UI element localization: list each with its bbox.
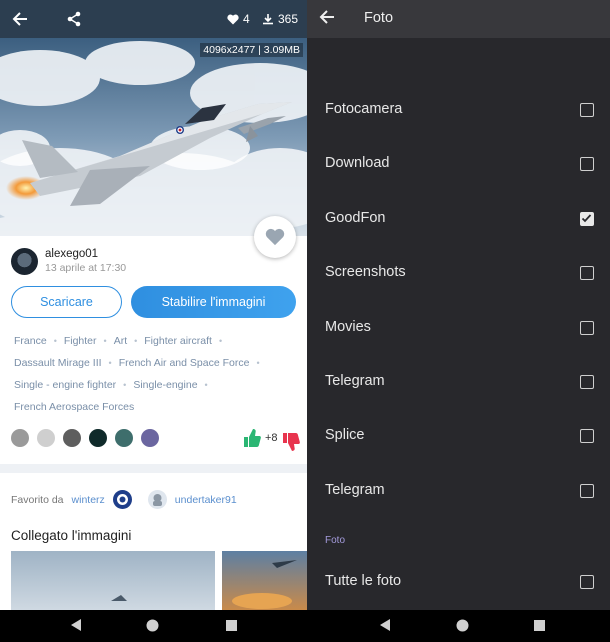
back-button[interactable] <box>319 9 335 30</box>
album-label: Splice <box>325 427 365 443</box>
color-swatch[interactable] <box>11 429 29 447</box>
nav-back-icon[interactable] <box>379 618 391 632</box>
back-arrow-icon <box>12 12 27 26</box>
album-label: Telegram <box>325 373 385 389</box>
color-swatch[interactable] <box>115 429 133 447</box>
tag-item[interactable]: Fighter <box>64 330 97 352</box>
favorited-by: Favorito da winterz undertaker91 <box>11 490 237 509</box>
tag-item[interactable]: Single - engine fighter <box>14 374 116 396</box>
tag-item[interactable]: France <box>14 330 47 352</box>
tag-item[interactable]: French Air and Space Force <box>119 352 250 374</box>
album-row-splice[interactable]: Splice <box>307 418 610 454</box>
thumbs-up-icon[interactable] <box>243 428 261 448</box>
album-row-screenshots[interactable]: Screenshots <box>307 255 610 291</box>
downloads-count: 365 <box>278 12 299 26</box>
download-icon <box>263 14 273 25</box>
image-resolution-label: 4096x2477 | 3.09MB <box>200 43 303 57</box>
avatar[interactable] <box>11 247 38 275</box>
album-label: Telegram <box>325 482 385 498</box>
back-button[interactable] <box>12 9 28 29</box>
wallpaper-preview[interactable]: 4096x2477 | 3.09MB <box>0 38 307 236</box>
album-label: Screenshots <box>325 264 406 280</box>
checkbox-icon[interactable] <box>580 484 594 498</box>
color-swatch[interactable] <box>37 429 55 447</box>
checkbox-icon[interactable] <box>580 575 594 589</box>
nav-home-icon[interactable] <box>146 619 159 632</box>
share-button[interactable] <box>66 9 82 29</box>
nav-recents-icon[interactable] <box>226 620 237 631</box>
share-icon <box>67 11 81 27</box>
user-avatar-icon[interactable] <box>112 490 132 509</box>
color-swatch[interactable] <box>63 429 81 447</box>
jet-fighter-image <box>0 38 307 236</box>
tag-item[interactable]: Single-engine <box>133 374 197 396</box>
album-row-telegram-2[interactable]: Telegram <box>307 473 610 509</box>
checkbox-icon[interactable] <box>580 321 594 335</box>
album-label: Download <box>325 155 390 171</box>
rating-score: +8 <box>265 432 278 444</box>
wallpaper-detail-screen: 4 365 4096x2477 | 3.09MB alexego01 13 ap… <box>0 0 307 610</box>
author-info[interactable]: alexego01 13 aprile at 17:30 <box>11 247 126 275</box>
nav-back-icon[interactable] <box>70 618 82 632</box>
downloads-counter: 365 <box>262 9 298 29</box>
color-palette <box>11 429 159 447</box>
favorited-by-label: Favorito da <box>11 493 64 506</box>
heart-icon <box>265 228 285 246</box>
author-name: alexego01 <box>45 248 99 260</box>
download-button[interactable]: Scaricare <box>11 286 122 318</box>
favorited-user-link[interactable]: undertaker91 <box>175 494 237 506</box>
checkbox-icon[interactable] <box>580 157 594 171</box>
favorite-button[interactable] <box>254 216 296 258</box>
related-images-title: Collegato l'immagini <box>11 528 132 543</box>
favorited-user-link[interactable]: winterz <box>72 494 105 506</box>
related-image-thumb[interactable] <box>222 551 307 610</box>
rating-widget: +8 <box>243 424 300 452</box>
thumbs-down-icon[interactable] <box>282 432 300 452</box>
tag-item[interactable]: French Aerospace Forces <box>14 396 134 418</box>
nav-home-icon[interactable] <box>456 619 469 632</box>
user-avatar-icon[interactable] <box>147 490 167 509</box>
checkbox-icon[interactable] <box>580 429 594 443</box>
tag-item[interactable]: Art <box>114 330 127 352</box>
album-row-telegram[interactable]: Telegram <box>307 364 610 400</box>
checkbox-icon[interactable] <box>580 375 594 389</box>
system-navigation-bar <box>0 610 610 642</box>
album-row-goodfon[interactable]: GoodFon <box>307 201 610 237</box>
section-divider <box>0 464 307 473</box>
checkbox-icon[interactable] <box>580 212 594 226</box>
color-swatch[interactable] <box>141 429 159 447</box>
album-row-download[interactable]: Download <box>307 146 610 182</box>
album-label: Fotocamera <box>325 101 403 117</box>
album-row-fotocamera[interactable]: Fotocamera <box>307 92 610 128</box>
section-header: Foto <box>325 535 346 546</box>
tag-list: France • Fighter • Art • Fighter aircraft • Das… <box>14 330 304 418</box>
upload-date: 13 aprile at 17:30 <box>45 262 127 274</box>
album-picker-screen: Foto Fotocamera Download GoodFon Screens… <box>307 0 610 610</box>
likes-count: 4 <box>243 12 250 26</box>
color-swatch[interactable] <box>89 429 107 447</box>
album-label: Tutte le foto <box>325 573 402 589</box>
likes-counter: 4 <box>227 9 250 29</box>
heart-icon <box>227 14 239 24</box>
album-row-all-photos[interactable]: Tutte le foto <box>307 564 610 600</box>
checkbox-icon[interactable] <box>580 266 594 280</box>
checkbox-icon[interactable] <box>580 103 594 117</box>
album-label: GoodFon <box>325 210 386 226</box>
set-wallpaper-button[interactable]: Stabilire l'immagini <box>131 286 296 318</box>
nav-recents-icon[interactable] <box>534 620 545 631</box>
top-app-bar: 4 365 <box>0 0 307 38</box>
top-app-bar: Foto <box>307 0 610 38</box>
album-row-movies[interactable]: Movies <box>307 310 610 346</box>
tag-item[interactable]: Dassault Mirage III <box>14 352 102 374</box>
checkmark-icon <box>581 214 592 223</box>
back-arrow-icon <box>319 10 334 24</box>
related-image-thumb[interactable] <box>11 551 215 610</box>
tag-item[interactable]: Fighter aircraft <box>144 330 212 352</box>
album-label: Movies <box>325 319 371 335</box>
screen-title: Foto <box>364 10 394 26</box>
